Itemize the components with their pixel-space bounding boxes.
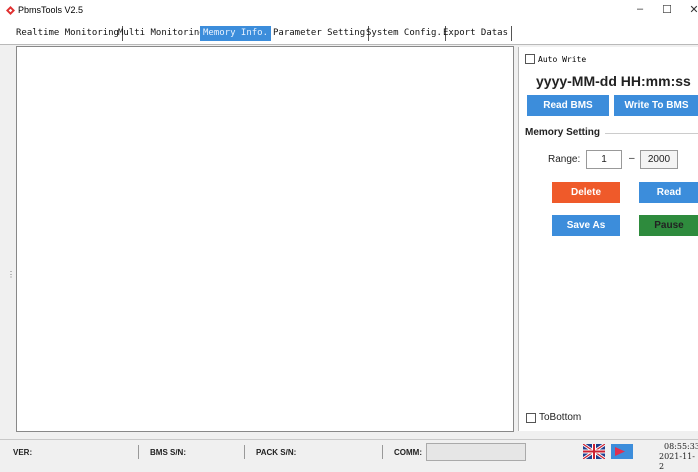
comm-label: COMM: <box>394 448 422 457</box>
pause-button[interactable]: Pause <box>639 215 698 236</box>
auto-write-checkbox[interactable] <box>525 54 535 64</box>
to-bottom-checkbox[interactable] <box>526 413 536 423</box>
write-to-bms-button[interactable]: Write To BMS <box>614 95 698 116</box>
app-logo-icon <box>6 6 15 15</box>
maximize-button[interactable]: ☐ <box>657 3 677 16</box>
range-label: Range: <box>548 154 581 165</box>
title-bar: PbmsTools V2.5 – ☐ ✕ <box>0 0 698 22</box>
ver-label: VER: <box>13 448 33 457</box>
read-button[interactable]: Read <box>639 182 698 203</box>
range-to-input[interactable]: 2000 <box>640 150 678 169</box>
status-time: 08:55:33 <box>664 442 698 451</box>
range-from-input[interactable]: 1 <box>586 150 622 169</box>
tab-parameter-setting[interactable]: Parameter Setting <box>270 26 370 41</box>
auto-write-label: Auto Write <box>538 55 587 64</box>
range-dash: – <box>629 153 635 164</box>
splitter-grip[interactable]: ⋮ <box>7 270 15 279</box>
memory-data-panel[interactable] <box>16 46 514 432</box>
comm-port-field[interactable] <box>426 443 526 461</box>
pack-sn-label: PACK S/N: <box>256 448 297 457</box>
side-panel: Auto Write yyyy-MM-dd HH:mm:ss Read BMS … <box>518 47 698 431</box>
tab-export-datas[interactable]: Export Datas <box>440 26 513 41</box>
minimize-button[interactable]: – <box>630 3 650 15</box>
to-bottom-label: ToBottom <box>539 412 582 423</box>
tab-bar: Realtime Monitoring Multi Monitoring Mem… <box>0 22 698 45</box>
status-separator <box>244 445 245 459</box>
language-flag-icon[interactable] <box>611 444 633 459</box>
tab-memory-info[interactable]: Memory Info. <box>200 26 272 41</box>
memory-setting-title: Memory Setting <box>525 127 601 138</box>
tab-system-config[interactable]: System Config. <box>363 26 446 41</box>
status-date: 2021-11-2 <box>659 452 695 471</box>
status-bar: VER: BMS S/N: PACK S/N: COMM: 08:55:33 2… <box>0 439 698 471</box>
save-as-button[interactable]: Save As <box>552 215 620 236</box>
window-title: PbmsTools V2.5 <box>18 5 84 15</box>
datetime-display: yyyy-MM-dd HH:mm:ss <box>536 73 691 89</box>
read-bms-button[interactable]: Read BMS <box>527 95 609 116</box>
delete-button[interactable]: Delete <box>552 182 620 203</box>
tab-realtime-monitoring[interactable]: Realtime Monitoring <box>13 26 123 41</box>
bms-sn-label: BMS S/N: <box>150 448 186 457</box>
status-separator <box>138 445 139 459</box>
status-separator <box>382 445 383 459</box>
english-flag-icon[interactable] <box>583 444 605 459</box>
tab-multi-monitoring[interactable]: Multi Monitoring <box>115 26 209 41</box>
close-button[interactable]: ✕ <box>684 3 698 16</box>
group-divider <box>605 133 698 134</box>
